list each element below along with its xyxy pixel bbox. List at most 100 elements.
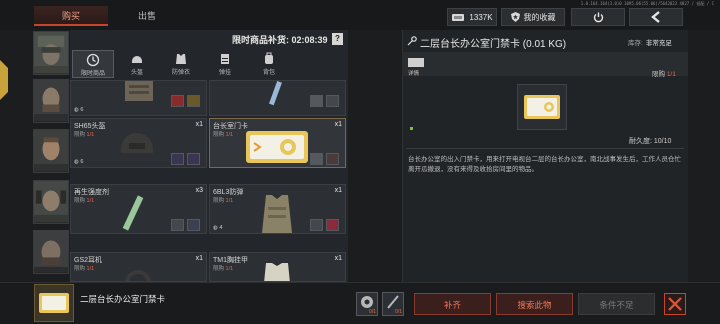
category-label: 头盔 <box>130 70 143 76</box>
price-item <box>171 153 184 165</box>
chest-rig-item-image <box>264 263 290 281</box>
limit-label: 限购 <box>652 71 665 78</box>
price-item <box>326 95 339 107</box>
price-item <box>310 95 323 107</box>
trader-portrait-2[interactable] <box>33 79 69 123</box>
currency-display[interactable]: 1337K <box>447 8 497 26</box>
detail-item-image <box>517 84 567 130</box>
insufficient-condition-button[interactable]: 条件不足 <box>578 293 655 315</box>
item-card[interactable] <box>209 80 346 116</box>
trader-portrait-5[interactable] <box>33 230 69 274</box>
vest-icon <box>176 54 186 64</box>
search-item-button[interactable]: 搜索此物 <box>496 293 573 315</box>
item-card[interactable]: ◍ 6 <box>70 80 207 116</box>
tab-buy[interactable]: 购买 <box>34 6 108 26</box>
category-label: 限时商品 <box>80 71 105 77</box>
durability: 耐久度: 10/10 <box>629 138 672 145</box>
item-card-chest-rig[interactable]: TM1胸挂甲 限购 1/1 x1 <box>209 252 346 282</box>
tab-sell[interactable]: 出售 <box>110 6 184 26</box>
trader-portrait-4[interactable] <box>33 180 69 224</box>
detail-limit: 限购 1/1 <box>652 68 676 78</box>
item-qty: x1 <box>195 121 203 128</box>
trader-avatar-4 <box>34 181 68 223</box>
category-label: 背包 <box>262 70 275 76</box>
fill-button[interactable]: 补齐 <box>414 293 491 315</box>
limit-value: 1/1 <box>86 132 95 138</box>
item-qty: x1 <box>334 255 342 262</box>
trader-avatar-3 <box>34 130 68 172</box>
item-card-stimulant[interactable]: 再生强度剂 限购 1/1 x3 <box>70 184 207 234</box>
category-rig[interactable]: 弹挂 <box>204 50 246 78</box>
stock-label: 库存: <box>628 40 643 47</box>
trader-avatar-5 <box>34 231 68 273</box>
limit-value: 1/1 <box>225 132 234 138</box>
keycard-icon <box>524 95 560 119</box>
requirement-count: 0/1 <box>395 309 402 315</box>
item-card-armor[interactable]: 6BL3防弹 限购 1/1 x1 ◍ 4 <box>209 184 346 234</box>
limit-label: 限购 <box>213 198 225 204</box>
stock-count: ◍ 6 <box>74 107 83 113</box>
requirement-count: 0/1 <box>369 309 376 315</box>
vest-item-image <box>125 81 153 101</box>
item-qty: x3 <box>195 187 203 194</box>
item-description: 台长办公室的出入门禁卡，用来打开电视台二层的台长办公室，南北战事发生后，工作人员… <box>408 156 681 173</box>
stock-value: 4 <box>219 225 223 231</box>
injector-item-image <box>122 195 144 231</box>
limit-label: 限购 <box>74 132 86 138</box>
limit-value: 1/1 <box>225 266 234 272</box>
help-button[interactable]: ? <box>332 33 343 45</box>
armor-item-image <box>262 195 292 233</box>
price-item <box>187 95 200 107</box>
stock-count: ◍ 6 <box>74 159 83 165</box>
requirement-item-1[interactable]: 0/1 <box>356 292 378 316</box>
trader-portrait-3[interactable] <box>33 129 69 173</box>
price-item <box>326 153 339 165</box>
side-drawer-handle[interactable] <box>0 60 8 100</box>
selected-item-name: 二层台长办公室门禁卡 <box>80 294 166 304</box>
helmet-item-image <box>121 133 153 153</box>
headset-item-image <box>125 270 151 281</box>
close-button[interactable] <box>664 293 686 315</box>
trader-portrait-1[interactable] <box>33 31 69 75</box>
detail-tab-label[interactable]: 详情 <box>408 69 419 77</box>
item-limit: 限购 1/1 <box>213 130 233 138</box>
category-limited[interactable]: 限时商品 <box>72 50 114 78</box>
keycard-item-image <box>246 131 308 163</box>
item-limit: 限购 1/1 <box>213 196 233 204</box>
limit-label: 限购 <box>213 266 225 272</box>
category-backpack[interactable]: 背包 <box>248 50 290 78</box>
restock-timer: 限时商品补货: 02:08:39 <box>232 35 328 45</box>
detail-title: 二层台长办公室门禁卡 (0.01 KG) <box>420 39 567 50</box>
item-limit: 限购 1/1 <box>213 264 233 272</box>
detail-stock: 库存: 非常充足 <box>628 37 672 47</box>
category-label: 弹挂 <box>218 70 231 76</box>
keycard-icon <box>39 293 69 313</box>
category-vest[interactable]: 防弹衣 <box>160 50 202 78</box>
back-button[interactable] <box>629 8 683 26</box>
item-qty: x1 <box>334 121 342 128</box>
requirement-item-2[interactable]: 0/1 <box>382 292 404 316</box>
item-limit: 限购 1/1 <box>74 264 94 272</box>
category-label: 防弹衣 <box>171 70 190 76</box>
limit-label: 限购 <box>74 198 86 204</box>
power-button[interactable] <box>571 8 625 26</box>
limit-label: 限购 <box>74 266 86 272</box>
trader-avatar-2 <box>34 80 68 122</box>
price-item <box>187 153 200 165</box>
item-card-headset[interactable]: GS2耳机 限购 1/1 x1 <box>70 252 207 282</box>
price-item <box>171 95 184 107</box>
category-helmet[interactable]: 头盔 <box>116 50 158 78</box>
item-card-keycard[interactable]: 台长室门卡 限购 1/1 x1 <box>209 118 346 168</box>
version-text: 1.0.164.164(3.0)0 1095.06(55.06)/5642023… <box>580 1 714 6</box>
item-qty: x1 <box>195 255 203 262</box>
limit-value: 1/1 <box>86 266 95 272</box>
cash-icon <box>452 13 465 21</box>
stock-value: 6 <box>80 159 84 165</box>
power-icon <box>593 12 603 22</box>
item-limit: 限购 1/1 <box>74 130 94 138</box>
status-dot <box>410 127 413 130</box>
item-card-helmet[interactable]: SH65头盔 限购 1/1 x1 ◍ 6 <box>70 118 207 168</box>
info-icon[interactable] <box>408 58 424 67</box>
favorites-button[interactable]: 我的收藏 <box>501 8 565 26</box>
price-item <box>310 219 323 231</box>
